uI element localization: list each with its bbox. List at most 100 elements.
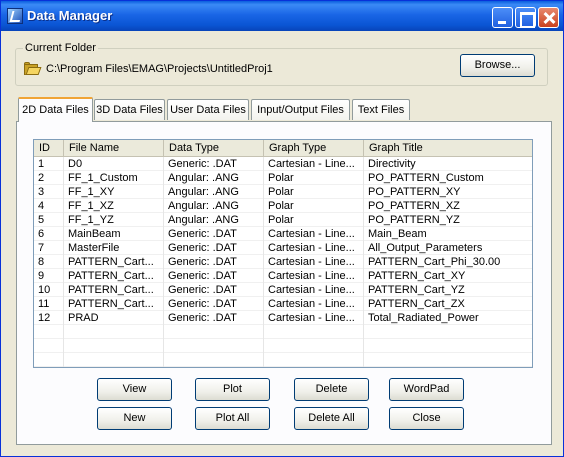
table-row[interactable]: 12 PRAD Generic: .DAT Cartesian - Line... To… <box>34 311 532 325</box>
view-button[interactable]: View <box>97 378 172 401</box>
table-row[interactable]: 9 PATTERN_Cart... Generic: .DAT Cartesian -… <box>34 269 532 283</box>
cell-file-name: D0 <box>64 157 164 171</box>
empty-cell <box>164 353 264 367</box>
new-button[interactable]: New <box>97 407 172 430</box>
close-icon[interactable] <box>538 7 559 28</box>
table-row[interactable]: 4 FF_1_XZ Angular: .ANG Polar PO_PATTERN_XZ <box>34 199 532 213</box>
cell-graph-type: Polar <box>264 213 364 227</box>
cell-graph-type: Cartesian - Line... <box>264 283 364 297</box>
cell-graph-type: Cartesian - Line... <box>264 311 364 325</box>
current-folder-label: Current Folder <box>23 42 98 54</box>
empty-cell <box>364 339 532 353</box>
cell-file-name: PATTERN_Cart... <box>64 297 164 311</box>
cell-graph-title: PO_PATTERN_YZ <box>368 214 460 226</box>
cell-graph-title: Main_Beam <box>368 228 427 240</box>
cell-graph-type: Polar <box>264 185 364 199</box>
empty-cell <box>164 339 264 353</box>
cell-data-type: Generic: .DAT <box>164 157 264 171</box>
cell-graph-type: Cartesian - Line... <box>264 227 364 241</box>
delete-button[interactable]: Delete <box>294 378 369 401</box>
empty-cell <box>64 353 164 367</box>
cell-id: 5 <box>34 213 64 227</box>
table-row[interactable]: 7 MasterFile Generic: .DAT Cartesian - Line… <box>34 241 532 255</box>
window-title: Data Manager <box>27 8 113 23</box>
cell-data-type: Angular: .ANG <box>164 213 264 227</box>
tab-2d-data-files[interactable]: 2D Data Files <box>18 97 93 122</box>
cell-data-type: Generic: .DAT <box>164 311 264 325</box>
empty-row <box>34 339 532 353</box>
cell-data-type: Angular: .ANG <box>164 199 264 213</box>
column-header-id[interactable]: ID <box>34 140 64 156</box>
tab-3d-data-files[interactable]: 3D Data Files <box>94 99 165 120</box>
cell-file-name: PRAD <box>64 311 164 325</box>
cell-id: 9 <box>34 269 64 283</box>
cell-data-type: Generic: .DAT <box>164 269 264 283</box>
empty-cell <box>364 353 532 367</box>
table-row[interactable]: 2 FF_1_Custom Angular: .ANG Polar PO_PATTERN… <box>34 171 532 185</box>
open-folder-icon <box>24 62 42 75</box>
cell-graph-title: All_Output_Parameters <box>368 242 483 254</box>
table-row[interactable]: 10 PATTERN_Cart... Generic: .DAT Cartesian … <box>34 283 532 297</box>
cell-data-type: Generic: .DAT <box>164 283 264 297</box>
data-manager-window: Data Manager Current Folder C:\Program F… <box>0 0 564 457</box>
column-header-file-name[interactable]: File Name <box>64 140 164 156</box>
cell-id: 2 <box>34 171 64 185</box>
browse-button[interactable]: Browse... <box>460 54 535 77</box>
cell-data-type: Generic: .DAT <box>164 227 264 241</box>
cell-id: 11 <box>34 297 64 311</box>
column-header-graph-type[interactable]: Graph Type <box>264 140 364 156</box>
empty-cell <box>364 325 532 339</box>
empty-row <box>34 325 532 339</box>
cell-graph-type: Cartesian - Line... <box>264 269 364 283</box>
table-row[interactable]: 1 D0 Generic: .DAT Cartesian - Line... Direc… <box>34 157 532 171</box>
plot-button[interactable]: Plot <box>195 378 270 401</box>
cell-file-name: FF_1_Custom <box>64 171 164 185</box>
cell-file-name: PATTERN_Cart... <box>64 255 164 269</box>
minimize-icon[interactable] <box>492 7 513 28</box>
table-row[interactable]: 8 PATTERN_Cart... Generic: .DAT Cartesian -… <box>34 255 532 269</box>
cell-id: 8 <box>34 255 64 269</box>
cell-data-type: Generic: .DAT <box>164 255 264 269</box>
cell-graph-type: Cartesian - Line... <box>264 241 364 255</box>
cell-file-name: MainBeam <box>64 227 164 241</box>
cell-graph-type: Cartesian - Line... <box>264 157 364 171</box>
close-button[interactable]: Close <box>389 407 464 430</box>
cell-graph-type: Polar <box>264 199 364 213</box>
table-row[interactable]: 3 FF_1_XY Angular: .ANG Polar PO_PATTERN_XY <box>34 185 532 199</box>
folder-path: C:\Program Files\EMAG\Projects\UntitledP… <box>46 63 273 75</box>
cell-file-name: FF_1_YZ <box>64 213 164 227</box>
plot-all-button[interactable]: Plot All <box>195 407 270 430</box>
cell-graph-title: Total_Radiated_Power <box>368 312 479 324</box>
column-header-data-type[interactable]: Data Type <box>164 140 264 156</box>
table-row[interactable]: 11 PATTERN_Cart... Generic: .DAT Cartesian … <box>34 297 532 311</box>
tab-input-output-files[interactable]: Input/Output Files <box>251 99 350 120</box>
cell-data-type: Angular: .ANG <box>164 185 264 199</box>
maximize-icon[interactable] <box>515 7 536 28</box>
cell-id: 3 <box>34 185 64 199</box>
cell-graph-title: Directivity <box>368 158 416 170</box>
cell-graph-title: PATTERN_Cart_YZ <box>368 284 465 296</box>
tab-user-data-files[interactable]: User Data Files <box>167 99 249 120</box>
column-header-graph-title[interactable]: Graph Title <box>364 140 532 156</box>
cell-file-name: FF_1_XY <box>64 185 164 199</box>
empty-cell <box>164 325 264 339</box>
table-row[interactable]: 5 FF_1_YZ Angular: .ANG Polar PO_PATTERN_YZ <box>34 213 532 227</box>
cell-id: 1 <box>34 157 64 171</box>
delete-all-button[interactable]: Delete All <box>294 407 369 430</box>
tab-text-files[interactable]: Text Files <box>352 99 410 120</box>
table-body: 1 D0 Generic: .DAT Cartesian - Line... Direc… <box>34 157 532 367</box>
table-row[interactable]: 6 MainBeam Generic: .DAT Cartesian - Line..… <box>34 227 532 241</box>
cell-id: 4 <box>34 199 64 213</box>
cell-data-type: Generic: .DAT <box>164 241 264 255</box>
cell-id: 10 <box>34 283 64 297</box>
title-bar[interactable]: Data Manager <box>1 1 563 31</box>
empty-row <box>34 353 532 367</box>
cell-graph-title: PATTERN_Cart_XY <box>368 270 466 282</box>
cell-graph-title: PO_PATTERN_XY <box>368 186 461 198</box>
cell-data-type: Angular: .ANG <box>164 171 264 185</box>
cell-graph-title: PATTERN_Cart_ZX <box>368 298 465 310</box>
wordpad-button[interactable]: WordPad <box>389 378 464 401</box>
empty-cell <box>264 325 364 339</box>
cell-id: 6 <box>34 227 64 241</box>
data-files-table[interactable]: ID File Name Data Type Graph Type Graph … <box>33 139 533 368</box>
